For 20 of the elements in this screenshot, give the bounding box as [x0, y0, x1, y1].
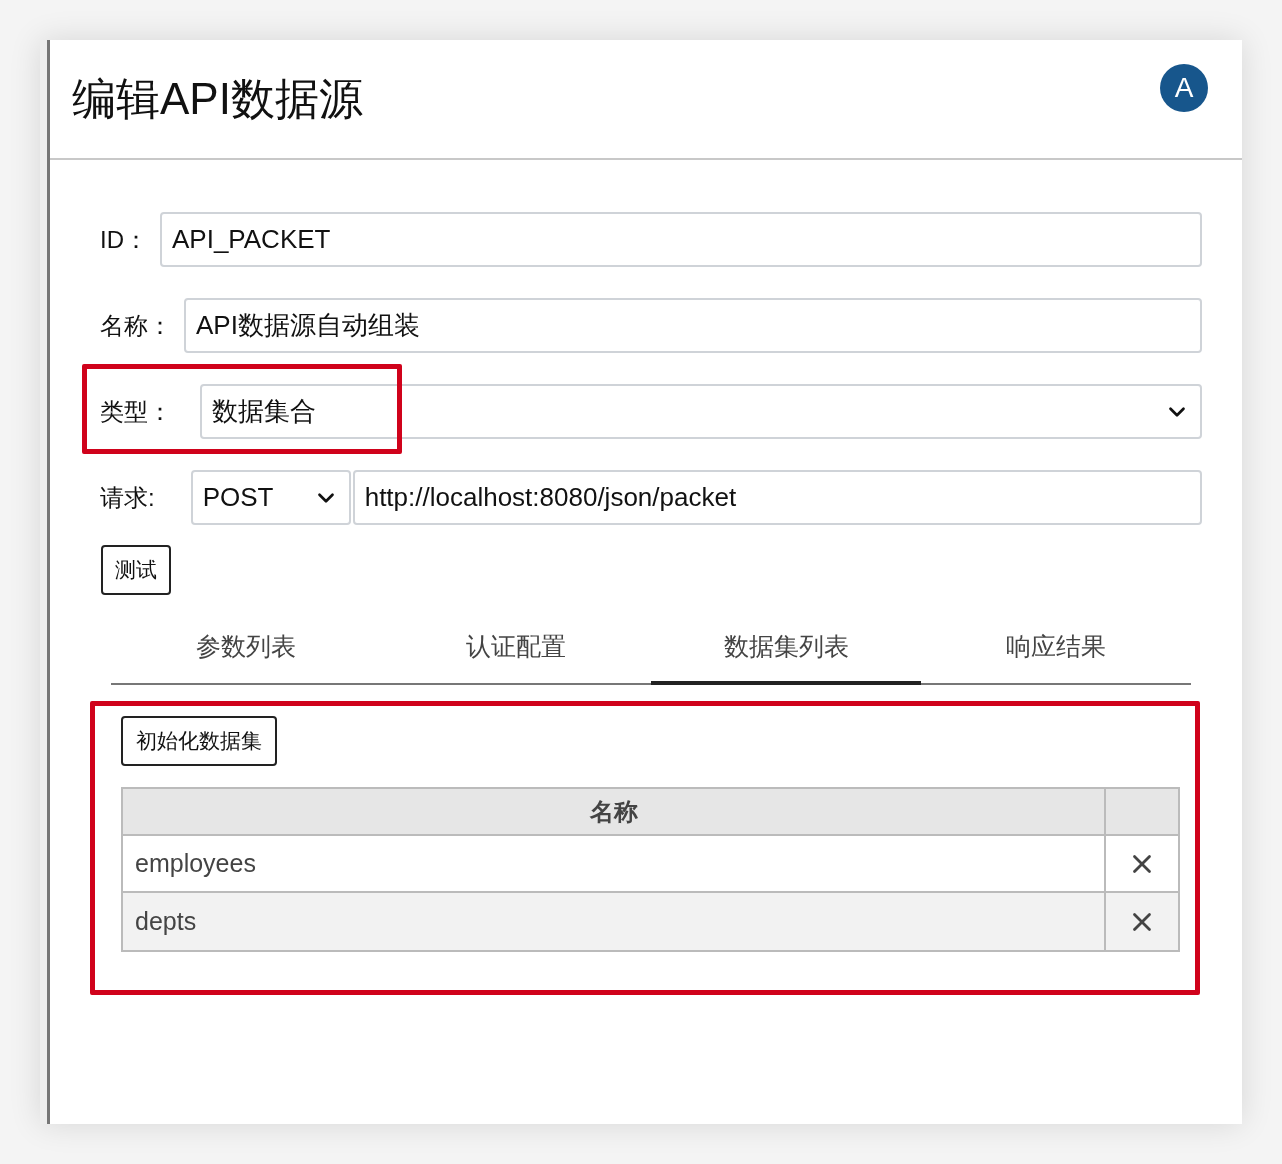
tab[interactable]: 参数列表 [111, 613, 381, 685]
field-label: 请求: [100, 482, 155, 513]
tab[interactable]: 数据集列表 [651, 613, 921, 685]
method-select[interactable]: POST [190, 470, 351, 525]
table-cell-text: employees [134, 847, 257, 879]
test-button[interactable]: 测试 [101, 545, 171, 595]
avatar[interactable]: A [1160, 64, 1208, 112]
dialog-title: 编辑API数据源 [72, 73, 363, 125]
field-label: ID： [100, 224, 148, 255]
type-select[interactable]: 数据集合 [200, 384, 1202, 439]
text-field[interactable]: API数据源自动组装 [184, 298, 1202, 353]
table-cell-text: depts [134, 905, 198, 937]
text-field[interactable]: API_PACKET [160, 212, 1202, 267]
field-label: 名称： [100, 310, 172, 341]
tab[interactable]: 认证配置 [381, 613, 651, 685]
url-field[interactable]: http://localhost:8080/json/packet [352, 470, 1202, 525]
init-button[interactable]: 初始化数据集 [121, 716, 277, 766]
tab[interactable]: 响应结果 [921, 613, 1191, 685]
field-label: 类型： [100, 396, 172, 427]
column-header: 名称 [588, 796, 639, 827]
